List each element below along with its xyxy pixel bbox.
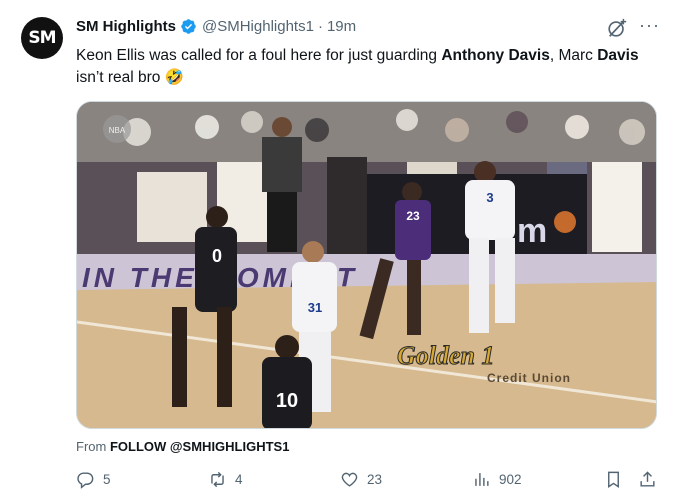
svg-text:m: m <box>517 212 547 250</box>
like-count: 23 <box>367 472 383 487</box>
video-media[interactable]: NBA m IN THE MOMENT Golden 1 Credit Unio… <box>76 101 657 429</box>
bookmark-icon <box>608 471 619 488</box>
video-frame-illustration: NBA m IN THE MOMENT Golden 1 Credit Unio… <box>77 102 656 428</box>
tweet-text-part: , Marc <box>549 47 598 64</box>
grok-icon[interactable] <box>606 17 628 39</box>
from-source-link[interactable]: FOLLOW @SMHIGHLIGHTS1 <box>110 439 290 454</box>
repost-icon <box>211 471 224 488</box>
heart-icon <box>341 472 358 487</box>
views-count: 902 <box>499 472 522 487</box>
handle[interactable]: @SMHighlights1 <box>202 18 314 35</box>
reply-count: 5 <box>103 472 111 487</box>
jersey-10-text: 10 <box>276 390 298 412</box>
tweet-text-bold: Davis <box>597 47 639 64</box>
repost-button[interactable]: 4 <box>208 470 243 489</box>
like-button[interactable]: 23 <box>340 470 382 489</box>
jersey-0-text: 0 <box>212 246 222 266</box>
tweet-text-bold: Anthony Davis <box>441 47 550 64</box>
media-source: From FOLLOW @SMHIGHLIGHTS1 <box>76 439 289 454</box>
verified-badge-icon <box>181 19 196 34</box>
tweet-header: SM Highlights @SMHighlights1 · 19m <box>76 18 356 35</box>
jersey-23-text: 23 <box>406 209 420 223</box>
tweet-text-part: isn’t real bro 🤣 <box>76 69 185 86</box>
display-name[interactable]: SM Highlights <box>76 18 176 35</box>
share-icon <box>640 471 655 487</box>
from-label: From <box>76 439 110 454</box>
reply-icon <box>77 472 94 489</box>
sponsor-logo-text: Golden 1 <box>397 341 495 370</box>
tweet-text: Keon Ellis was called for a foul here fo… <box>76 45 661 89</box>
repost-count: 4 <box>235 472 243 487</box>
nba-logo-text: NBA <box>109 126 126 135</box>
separator-dot: · <box>317 18 323 35</box>
jersey-31-text: 31 <box>308 300 322 315</box>
sponsor-sub-text: Credit Union <box>487 371 571 385</box>
views-button[interactable]: 902 <box>472 470 522 489</box>
more-options-icon[interactable]: ··· <box>639 16 659 38</box>
action-bar: 5 4 23 902 <box>76 470 661 494</box>
reply-button[interactable]: 5 <box>76 470 111 489</box>
avatar[interactable]: SM <box>21 17 63 59</box>
jersey-3-text: 3 <box>486 190 493 205</box>
share-button[interactable] <box>638 470 665 489</box>
views-chart-icon <box>475 473 489 486</box>
timestamp[interactable]: 19m <box>327 18 356 35</box>
bookmark-button[interactable] <box>604 470 631 489</box>
avatar-text: SM <box>28 28 56 48</box>
tweet-text-part: Keon Ellis was called for a foul here fo… <box>76 47 442 64</box>
